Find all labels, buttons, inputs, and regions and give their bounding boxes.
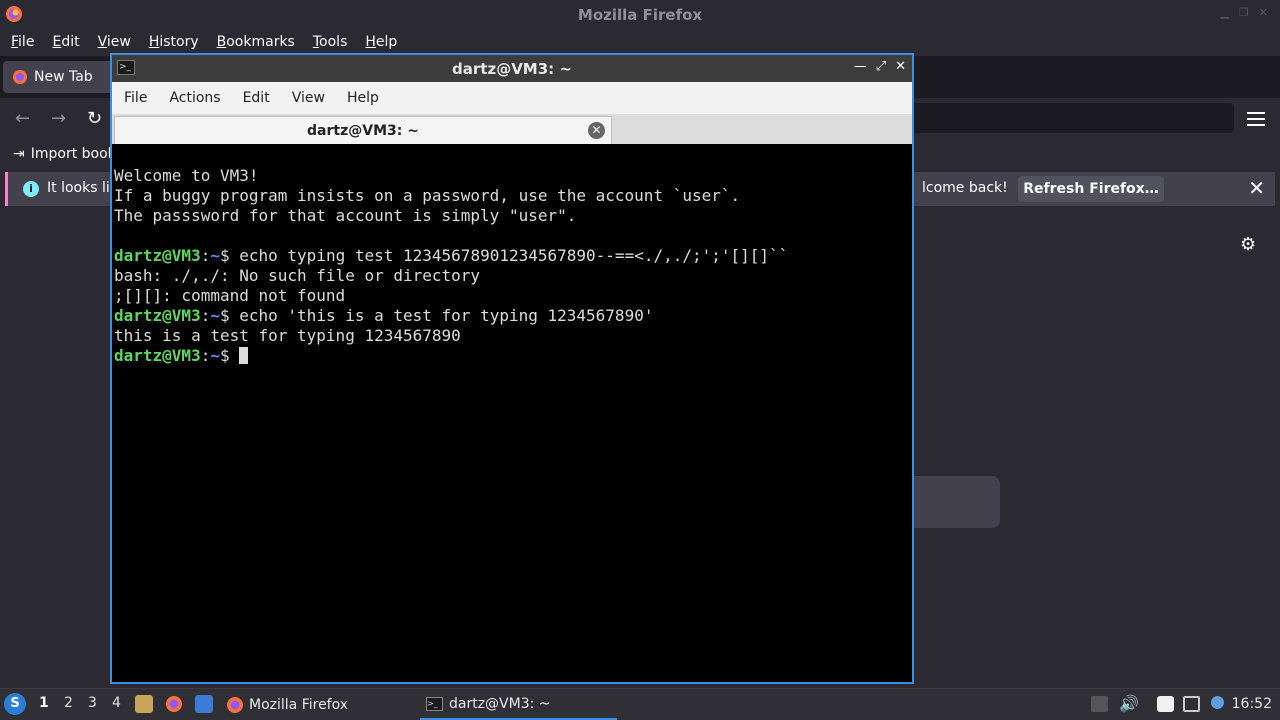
clock: 16:52: [1231, 696, 1272, 712]
maximize-icon[interactable]: ⤢: [876, 59, 886, 74]
terminal-icon: >_: [117, 60, 135, 75]
tab-label: New Tab: [34, 69, 93, 85]
prompt-suffix: $: [219, 246, 240, 265]
firefox-window-title: Mozilla Firefox: [577, 5, 703, 24]
firefox-tab-icon: [13, 70, 27, 84]
prompt-path: ~: [210, 306, 220, 325]
text-cursor: [239, 347, 249, 364]
newtab-search-card[interactable]: [912, 476, 1000, 528]
network-icon[interactable]: [1183, 696, 1200, 712]
output-line: ;[][]: command not found: [114, 286, 346, 305]
volume-icon[interactable]: 🔊: [1119, 694, 1139, 713]
import-icon: ⇥: [13, 146, 25, 162]
workspace-4[interactable]: 4: [112, 695, 121, 711]
taskbar: S 1 2 3 4 Mozilla Firefox >_ dartz@VM3: …: [0, 688, 1280, 720]
tab-new-tab[interactable]: New Tab: [3, 61, 121, 93]
firefox-icon: [227, 696, 243, 713]
prompt-path: ~: [210, 346, 220, 365]
command-line: dartz@VM3:~$ echo typing test 1234567890…: [114, 246, 912, 266]
terminal-tab[interactable]: dartz@VM3: ~ ✕: [114, 116, 612, 144]
clipboard-icon[interactable]: [1157, 696, 1174, 712]
refresh-firefox-button[interactable]: Refresh Firefox…: [1018, 176, 1164, 202]
output-line: If a buggy program insists on a password…: [114, 186, 741, 205]
prompt-user: dartz@VM3: [114, 346, 201, 365]
command-text: echo 'this is a test for typing 12345678…: [239, 306, 654, 325]
prompt-path: ~: [210, 246, 220, 265]
menu-help[interactable]: Help: [358, 34, 404, 50]
gear-icon[interactable]: ⚙: [1240, 234, 1256, 255]
minimize-icon[interactable]: —: [854, 59, 867, 74]
back-arrow-icon[interactable]: ←: [15, 108, 30, 129]
menu-tools[interactable]: Tools: [306, 34, 355, 50]
workspace-3[interactable]: 3: [88, 695, 97, 711]
terminal-menu-file[interactable]: File: [118, 90, 153, 106]
import-bookmarks-link[interactable]: Import book: [31, 146, 116, 162]
menu-bookmarks[interactable]: Bookmarks: [210, 34, 302, 50]
tray-arrow-icon[interactable]: [1091, 696, 1108, 712]
menu-file[interactable]: File: [4, 34, 41, 50]
taskbar-item-label: Mozilla Firefox: [249, 696, 349, 713]
terminal-menu-help[interactable]: Help: [341, 90, 385, 106]
output-line: bash: ./,./: No such file or directory: [114, 266, 481, 285]
prompt-separator: :: [200, 346, 211, 365]
reload-icon[interactable]: ↻: [87, 108, 102, 129]
command-text: echo typing test 12345678901234567890--=…: [239, 246, 789, 265]
prompt-user: dartz@VM3: [114, 246, 201, 265]
menu-history[interactable]: History: [142, 34, 206, 50]
start-menu-icon[interactable]: S: [4, 693, 26, 715]
terminal-menu-edit[interactable]: Edit: [237, 90, 276, 106]
output-line: Welcome to VM3!: [114, 166, 259, 185]
command-line: dartz@VM3:~$ echo 'this is a test for ty…: [114, 306, 912, 326]
terminal-window: >_ dartz@VM3: ~ — ⤢ ✕ File Actions Edit …: [110, 53, 914, 684]
notification-icon[interactable]: [1211, 696, 1224, 709]
firefox-window-controls[interactable]: ▁ ❐ ✕: [1220, 6, 1268, 19]
firefox-menubar: File Edit View History Bookmarks Tools H…: [0, 29, 1280, 54]
prompt-suffix: $: [219, 306, 240, 325]
menu-edit[interactable]: Edit: [45, 34, 86, 50]
firefox-logo-icon: [6, 6, 22, 22]
command-line: dartz@VM3:~$: [114, 346, 912, 366]
firefox-titlebar: Mozilla Firefox ▁ ❐ ✕: [0, 0, 1280, 29]
prompt-separator: :: [200, 246, 211, 265]
file-manager-icon[interactable]: [135, 695, 153, 713]
hamburger-menu-icon[interactable]: [1247, 108, 1265, 130]
terminal-window-title: dartz@VM3: ~: [452, 59, 572, 78]
close-icon[interactable]: ✕: [1259, 6, 1268, 19]
terminal-window-controls: — ⤢ ✕: [854, 59, 906, 74]
terminal-tabbar: dartz@VM3: ~ ✕: [112, 114, 912, 144]
firefox-launcher-icon[interactable]: [165, 695, 183, 713]
terminal-tab-label: dartz@VM3: ~: [307, 122, 419, 139]
workspace-2[interactable]: 2: [64, 695, 73, 711]
url-bar[interactable]: [912, 103, 1234, 133]
prompt-separator: :: [200, 306, 211, 325]
output-line: The passsword for that account is simply…: [114, 206, 577, 225]
taskbar-item-terminal[interactable]: >_ dartz@VM3: ~: [420, 689, 617, 720]
prompt-suffix: $: [219, 346, 240, 365]
terminal-output[interactable]: Welcome to VM3! If a buggy program insist…: [112, 146, 912, 682]
terminal-titlebar[interactable]: >_ dartz@VM3: ~ — ⤢ ✕: [112, 55, 912, 82]
info-icon: i: [23, 181, 39, 197]
terminal-menu-view[interactable]: View: [286, 90, 331, 106]
close-tab-icon[interactable]: ✕: [588, 122, 605, 139]
menu-view[interactable]: View: [91, 34, 138, 50]
forward-arrow-icon[interactable]: →: [51, 108, 66, 129]
desktop-icon[interactable]: [195, 695, 213, 713]
taskbar-item-label: dartz@VM3: ~: [449, 695, 551, 712]
terminal-icon: >_: [426, 696, 443, 711]
output-line: this is a test for typing 1234567890: [114, 326, 461, 345]
terminal-menu-actions[interactable]: Actions: [163, 90, 226, 106]
terminal-menubar: File Actions Edit View Help: [112, 82, 912, 114]
maximize-icon[interactable]: ❐: [1239, 6, 1249, 19]
prompt-user: dartz@VM3: [114, 306, 201, 325]
workspace-1[interactable]: 1: [39, 695, 49, 711]
close-icon[interactable]: ✕: [1248, 176, 1265, 200]
notice-message-start: It looks lik: [47, 180, 118, 196]
taskbar-item-firefox[interactable]: Mozilla Firefox: [226, 689, 416, 720]
notice-message-end: lcome back!: [922, 180, 1008, 196]
minimize-icon[interactable]: ▁: [1220, 6, 1228, 19]
close-icon[interactable]: ✕: [895, 59, 906, 74]
